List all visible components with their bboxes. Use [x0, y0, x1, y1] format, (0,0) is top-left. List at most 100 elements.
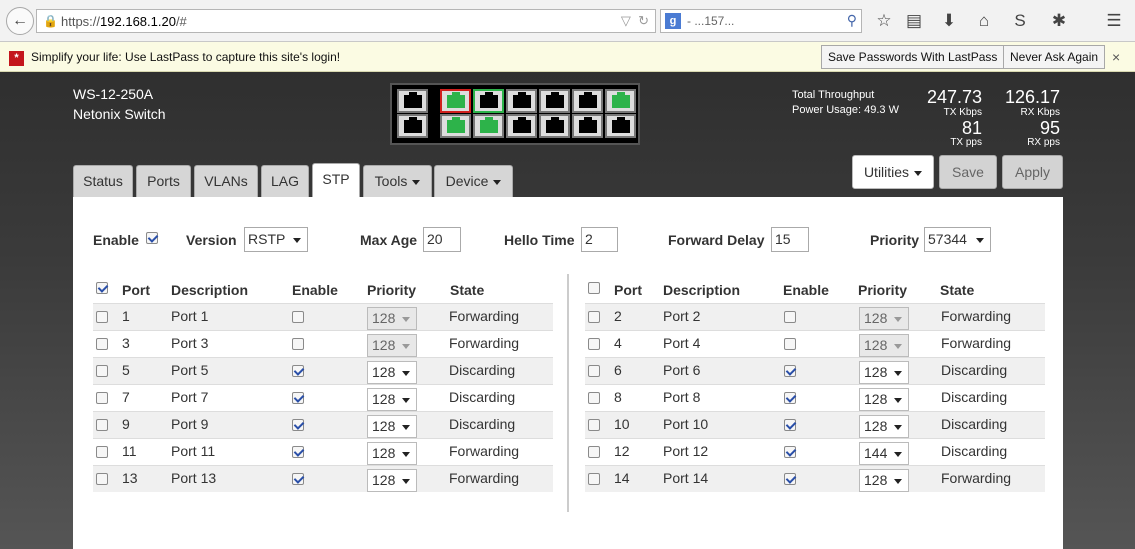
row-select-checkbox[interactable] — [588, 338, 600, 350]
port-priority-select[interactable]: 128 — [367, 415, 417, 438]
hello-time-input[interactable]: 2 — [581, 227, 618, 252]
row-select-checkbox[interactable] — [96, 473, 108, 485]
tab-device[interactable]: Device — [434, 165, 513, 197]
port-state: Discarding — [941, 362, 1008, 378]
port-priority-select[interactable]: 128 — [367, 469, 417, 492]
port-icon[interactable] — [539, 114, 570, 138]
port-enable-checkbox[interactable] — [784, 392, 796, 404]
port-state: Discarding — [941, 416, 1008, 432]
port-enable-checkbox[interactable] — [292, 338, 304, 350]
port-icon[interactable] — [572, 114, 603, 138]
address-bar[interactable]: 🔒 https://192.168.1.20/# ▽ ↻ — [36, 9, 656, 33]
port-icon[interactable] — [605, 89, 636, 113]
table-row: 7 Port 7 128 Discarding — [93, 384, 553, 411]
tab-vlans[interactable]: VLANs — [194, 165, 258, 197]
stp-enable-checkbox[interactable] — [146, 232, 158, 244]
port-icon[interactable] — [397, 114, 428, 138]
port-priority-select[interactable]: 128 — [859, 307, 909, 330]
home-icon[interactable]: ⌂ — [973, 10, 995, 32]
table-divider — [567, 274, 569, 512]
row-select-checkbox[interactable] — [588, 419, 600, 431]
dropdown-reload-icons[interactable]: ▽ ↻ — [621, 13, 649, 29]
bookmarks-icon[interactable]: ▤ — [903, 10, 925, 32]
star-icon[interactable]: ☆ — [873, 10, 895, 32]
back-arrow-icon[interactable]: ← — [6, 7, 34, 35]
row-select-checkbox[interactable] — [96, 446, 108, 458]
row-select-checkbox[interactable] — [588, 311, 600, 323]
row-select-checkbox[interactable] — [96, 392, 108, 404]
port-icon[interactable] — [572, 89, 603, 113]
port-priority-select[interactable]: 128 — [367, 388, 417, 411]
apply-button[interactable]: Apply — [1002, 155, 1063, 189]
port-enable-checkbox[interactable] — [292, 419, 304, 431]
stp-settings-panel: Enable Version RSTP Max Age 20 Hello Tim… — [73, 197, 1063, 549]
port-priority-select[interactable]: 128 — [367, 361, 417, 384]
port-enable-checkbox[interactable] — [292, 446, 304, 458]
port-priority-select[interactable]: 128 — [367, 307, 417, 330]
version-select[interactable]: RSTP — [244, 227, 308, 252]
select-all-checkbox[interactable] — [96, 282, 108, 294]
row-select-checkbox[interactable] — [96, 311, 108, 323]
tab-ports[interactable]: Ports — [136, 165, 191, 197]
menu-icon[interactable]: ☰ — [1103, 10, 1125, 32]
row-select-checkbox[interactable] — [96, 419, 108, 431]
port-enable-checkbox[interactable] — [292, 473, 304, 485]
port-enable-checkbox[interactable] — [292, 311, 304, 323]
search-input[interactable]: g - ...157... ⚲ — [660, 9, 862, 33]
port-icon[interactable] — [440, 114, 471, 138]
port-icon[interactable] — [473, 89, 504, 113]
port-enable-checkbox[interactable] — [784, 338, 796, 350]
port-priority-select[interactable]: 128 — [859, 388, 909, 411]
lastpass-message: Simplify your life: Use LastPass to capt… — [31, 50, 341, 64]
tab-lag[interactable]: LAG — [261, 165, 309, 197]
extension-icon[interactable]: ✱ — [1048, 10, 1070, 32]
row-select-checkbox[interactable] — [96, 338, 108, 350]
close-icon[interactable]: × — [1112, 49, 1120, 65]
forward-delay-input[interactable]: 15 — [771, 227, 809, 252]
download-icon[interactable]: ⬇ — [938, 10, 960, 32]
sync-icon[interactable]: S — [1009, 10, 1031, 32]
port-priority-select[interactable]: 144 — [859, 442, 909, 465]
port-icon[interactable] — [440, 89, 471, 113]
save-passwords-button[interactable]: Save Passwords With LastPass — [821, 45, 1005, 69]
table-row: 10 Port 10 128 Discarding — [585, 411, 1045, 438]
max-age-input[interactable]: 20 — [423, 227, 461, 252]
never-ask-button[interactable]: Never Ask Again — [1003, 45, 1106, 69]
table-row: 8 Port 8 128 Discarding — [585, 384, 1045, 411]
port-priority-select[interactable]: 128 — [859, 334, 909, 357]
port-icon[interactable] — [605, 114, 636, 138]
bridge-priority-select[interactable]: 57344 — [924, 227, 991, 252]
port-priority-select[interactable]: 128 — [859, 415, 909, 438]
port-priority-select[interactable]: 128 — [859, 361, 909, 384]
port-enable-checkbox[interactable] — [784, 365, 796, 377]
port-priority-select[interactable]: 128 — [859, 469, 909, 492]
row-select-checkbox[interactable] — [588, 365, 600, 377]
row-select-checkbox[interactable] — [96, 365, 108, 377]
port-enable-checkbox[interactable] — [292, 392, 304, 404]
select-all-checkbox[interactable] — [588, 282, 600, 294]
search-icon[interactable]: ⚲ — [847, 12, 857, 29]
port-enable-checkbox[interactable] — [292, 365, 304, 377]
search-text: - ...157... — [687, 14, 735, 28]
port-icon[interactable] — [539, 89, 570, 113]
port-priority-select[interactable]: 128 — [367, 442, 417, 465]
row-select-checkbox[interactable] — [588, 473, 600, 485]
rj45-jack-icon — [612, 92, 630, 108]
port-enable-checkbox[interactable] — [784, 311, 796, 323]
port-enable-checkbox[interactable] — [784, 473, 796, 485]
port-icon[interactable] — [473, 114, 504, 138]
port-icon[interactable] — [397, 89, 428, 113]
row-select-checkbox[interactable] — [588, 446, 600, 458]
port-enable-checkbox[interactable] — [784, 419, 796, 431]
port-enable-checkbox[interactable] — [784, 446, 796, 458]
tab-status[interactable]: Status — [73, 165, 133, 197]
tab-tools[interactable]: Tools — [363, 165, 432, 197]
tab-stp[interactable]: STP — [312, 163, 360, 197]
save-button[interactable]: Save — [939, 155, 997, 189]
device-model: WS-12-250A — [73, 86, 154, 102]
utilities-button[interactable]: Utilities — [852, 155, 934, 189]
port-icon[interactable] — [506, 114, 537, 138]
row-select-checkbox[interactable] — [588, 392, 600, 404]
port-icon[interactable] — [506, 89, 537, 113]
port-priority-select[interactable]: 128 — [367, 334, 417, 357]
